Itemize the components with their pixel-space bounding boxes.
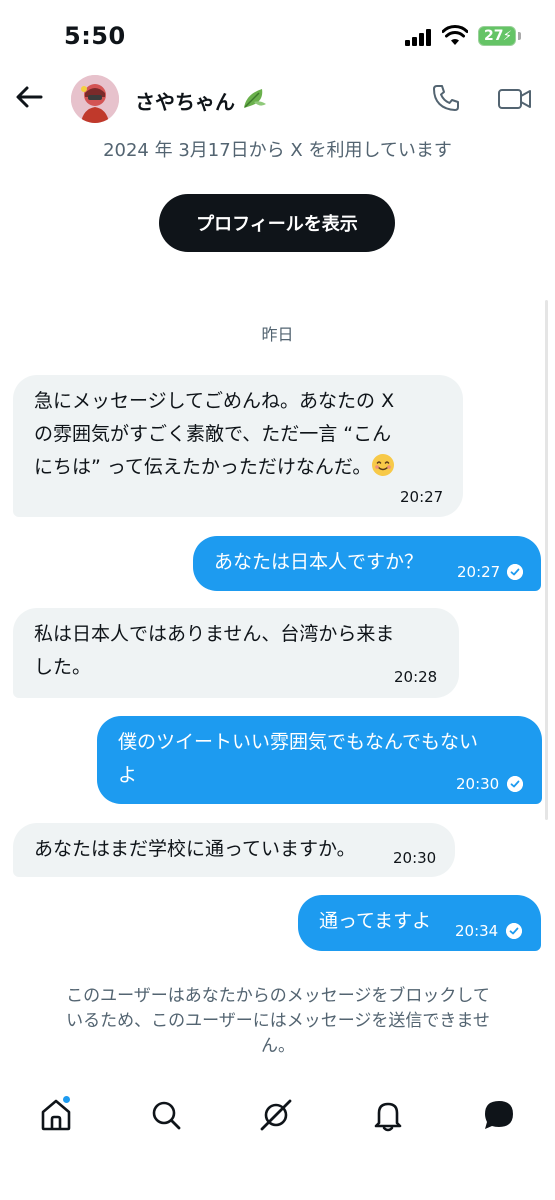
phone-icon[interactable]	[430, 82, 462, 114]
message-bubble-incoming[interactable]: 急にメッセージしてごめんね。あなたの X の雰囲気がすごく素敵で、ただ一言 “こ…	[13, 375, 463, 517]
message-line-with-emoji: にちは” って伝えたかっただけなんだ。	[34, 451, 459, 484]
arrow-left-icon	[16, 86, 43, 108]
message-line: 僕のツイートいい雰囲気でもなんでもない	[118, 731, 479, 753]
unread-indicator-dot	[62, 1095, 71, 1104]
message-text: 急にメッセージしてごめんね。あなたの X の雰囲気がすごく素敵で、ただ一言 “こ…	[34, 385, 459, 484]
message-text: あなたはまだ学校に通っていますか。	[34, 838, 356, 860]
message-time: 20:27	[400, 488, 444, 506]
read-receipt-icon	[507, 564, 523, 580]
smiling-face-emoji-icon	[372, 454, 395, 476]
message-bubble-outgoing[interactable]: 僕のツイートいい雰囲気でもなんでもない よ 20:30	[97, 716, 542, 804]
message-line: 急にメッセージしてごめんね。あなたの X	[34, 390, 395, 412]
leaf-emoji-icon	[244, 89, 266, 108]
message-time: 20:30	[393, 849, 437, 867]
message-text: あなたは日本人ですか？	[214, 551, 424, 573]
message-bubble-icon[interactable]	[481, 1097, 517, 1133]
message-text: 私は日本人ではありません、台湾から来ま した。	[34, 618, 454, 684]
blocked-notice-line: ん。	[261, 1036, 295, 1056]
read-receipt-icon	[507, 776, 523, 792]
blocked-notice-line: このユーザーはあなたからのメッセージをブロックして	[66, 986, 490, 1006]
date-separator: 昨日	[261, 325, 294, 344]
charging-bolt-icon: ⚡	[502, 29, 512, 44]
view-profile-button[interactable]: プロフィールを表示	[159, 194, 395, 252]
home-indicator[interactable]	[205, 1180, 350, 1185]
contact-name[interactable]: さやちゃん	[135, 86, 235, 115]
message-text: 通ってますよ	[319, 910, 432, 932]
message-time: 20:34	[455, 922, 499, 940]
status-bar: 5:50 27 ⚡	[0, 0, 555, 70]
message-bubble-incoming[interactable]: 私は日本人ではありません、台湾から来ま した。 20:28	[13, 608, 459, 698]
message-bubble-incoming[interactable]: あなたはまだ学校に通っていますか。 20:30	[13, 823, 455, 877]
message-time: 20:27	[457, 563, 501, 581]
message-time: 20:28	[394, 668, 438, 686]
battery-indicator: 27 ⚡	[478, 26, 516, 46]
search-icon[interactable]	[148, 1097, 184, 1133]
blocked-notice: このユーザーはあなたからのメッセージをブロックして いるため、このユーザーにはメ…	[22, 984, 534, 1059]
joined-date-text: 2024 年 3月17日から X を利用しています	[103, 140, 452, 161]
back-button[interactable]	[12, 80, 46, 114]
scrollbar[interactable]	[545, 300, 548, 820]
battery-level: 27	[484, 28, 504, 44]
avatar-illustration	[71, 75, 119, 123]
battery-cap	[518, 32, 521, 40]
grok-icon[interactable]	[258, 1097, 294, 1133]
status-time: 5:50	[64, 22, 126, 50]
message-line: した。	[34, 656, 92, 678]
message-line: 私は日本人ではありません、台湾から来ま	[34, 623, 395, 645]
message-bubble-outgoing[interactable]: 通ってますよ 20:34	[298, 895, 541, 951]
blocked-notice-line: いるため、このユーザーにはメッセージを送信できませ	[66, 1011, 490, 1031]
message-time: 20:30	[456, 775, 500, 793]
video-camera-icon[interactable]	[497, 82, 533, 114]
message-line: にちは” って伝えたかっただけなんだ。	[34, 456, 372, 478]
cellular-signal-icon	[405, 28, 435, 46]
message-line: の雰囲気がすごく素敵で、ただ一言 “こん	[34, 423, 392, 445]
avatar[interactable]	[71, 75, 119, 123]
wifi-icon	[442, 25, 468, 45]
read-receipt-icon	[506, 923, 522, 939]
bell-icon[interactable]	[370, 1097, 406, 1133]
bottom-navigation	[0, 1085, 555, 1145]
message-bubble-outgoing[interactable]: あなたは日本人ですか？ 20:27	[193, 536, 541, 591]
conversation-header: さやちゃん	[0, 70, 555, 130]
